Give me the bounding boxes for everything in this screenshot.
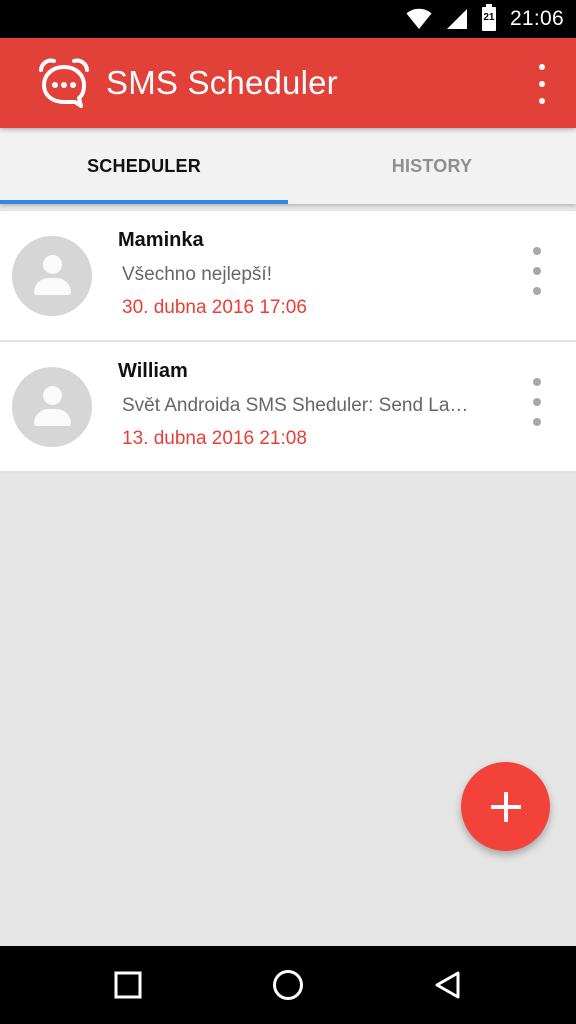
status-icons: 21 21:06 — [406, 0, 564, 38]
alarm-chat-icon — [36, 55, 92, 111]
signal-icon — [446, 9, 467, 29]
item-more-vert-icon[interactable] — [528, 378, 546, 426]
avatar — [12, 367, 92, 447]
status-bar: 21 21:06 — [0, 0, 576, 38]
tab-scheduler[interactable]: SCHEDULER — [0, 128, 288, 204]
battery-level: 21 — [483, 12, 495, 23]
person-icon — [43, 255, 62, 274]
person-icon — [43, 386, 62, 405]
contact-name: William — [118, 360, 188, 382]
wifi-icon — [406, 8, 432, 29]
item-more-vert-icon[interactable] — [528, 247, 546, 295]
avatar — [12, 236, 92, 316]
message-preview: Svět Androida SMS Sheduler: Send La… — [122, 395, 469, 416]
status-time: 21:06 — [509, 7, 564, 30]
scheduled-date: 30. dubna 2016 17:06 — [122, 297, 307, 318]
list-item[interactable]: Maminka Všechno nejlepší! 30. dubna 2016… — [0, 211, 576, 342]
battery-icon: 21 — [481, 4, 496, 31]
message-preview: Všechno nejlepší! — [122, 264, 272, 285]
add-schedule-button[interactable] — [461, 762, 550, 851]
navigation-bar — [0, 946, 576, 1024]
recents-icon[interactable] — [103, 960, 153, 1010]
tab-bar: SCHEDULER HISTORY — [0, 128, 576, 204]
plus-icon — [490, 791, 521, 822]
list-item[interactable]: William Svět Androida SMS Sheduler: Send… — [0, 342, 576, 473]
scheduled-date: 13. dubna 2016 21:08 — [122, 428, 307, 449]
tab-history[interactable]: HISTORY — [288, 128, 576, 204]
contact-name: Maminka — [118, 229, 204, 251]
back-icon[interactable] — [423, 960, 473, 1010]
home-icon[interactable] — [263, 960, 313, 1010]
app-title: SMS Scheduler — [106, 64, 338, 101]
scheduled-list: Maminka Všechno nejlepší! 30. dubna 2016… — [0, 204, 576, 473]
app-bar: SMS Scheduler — [0, 38, 576, 128]
more-vert-icon[interactable] — [532, 64, 552, 104]
